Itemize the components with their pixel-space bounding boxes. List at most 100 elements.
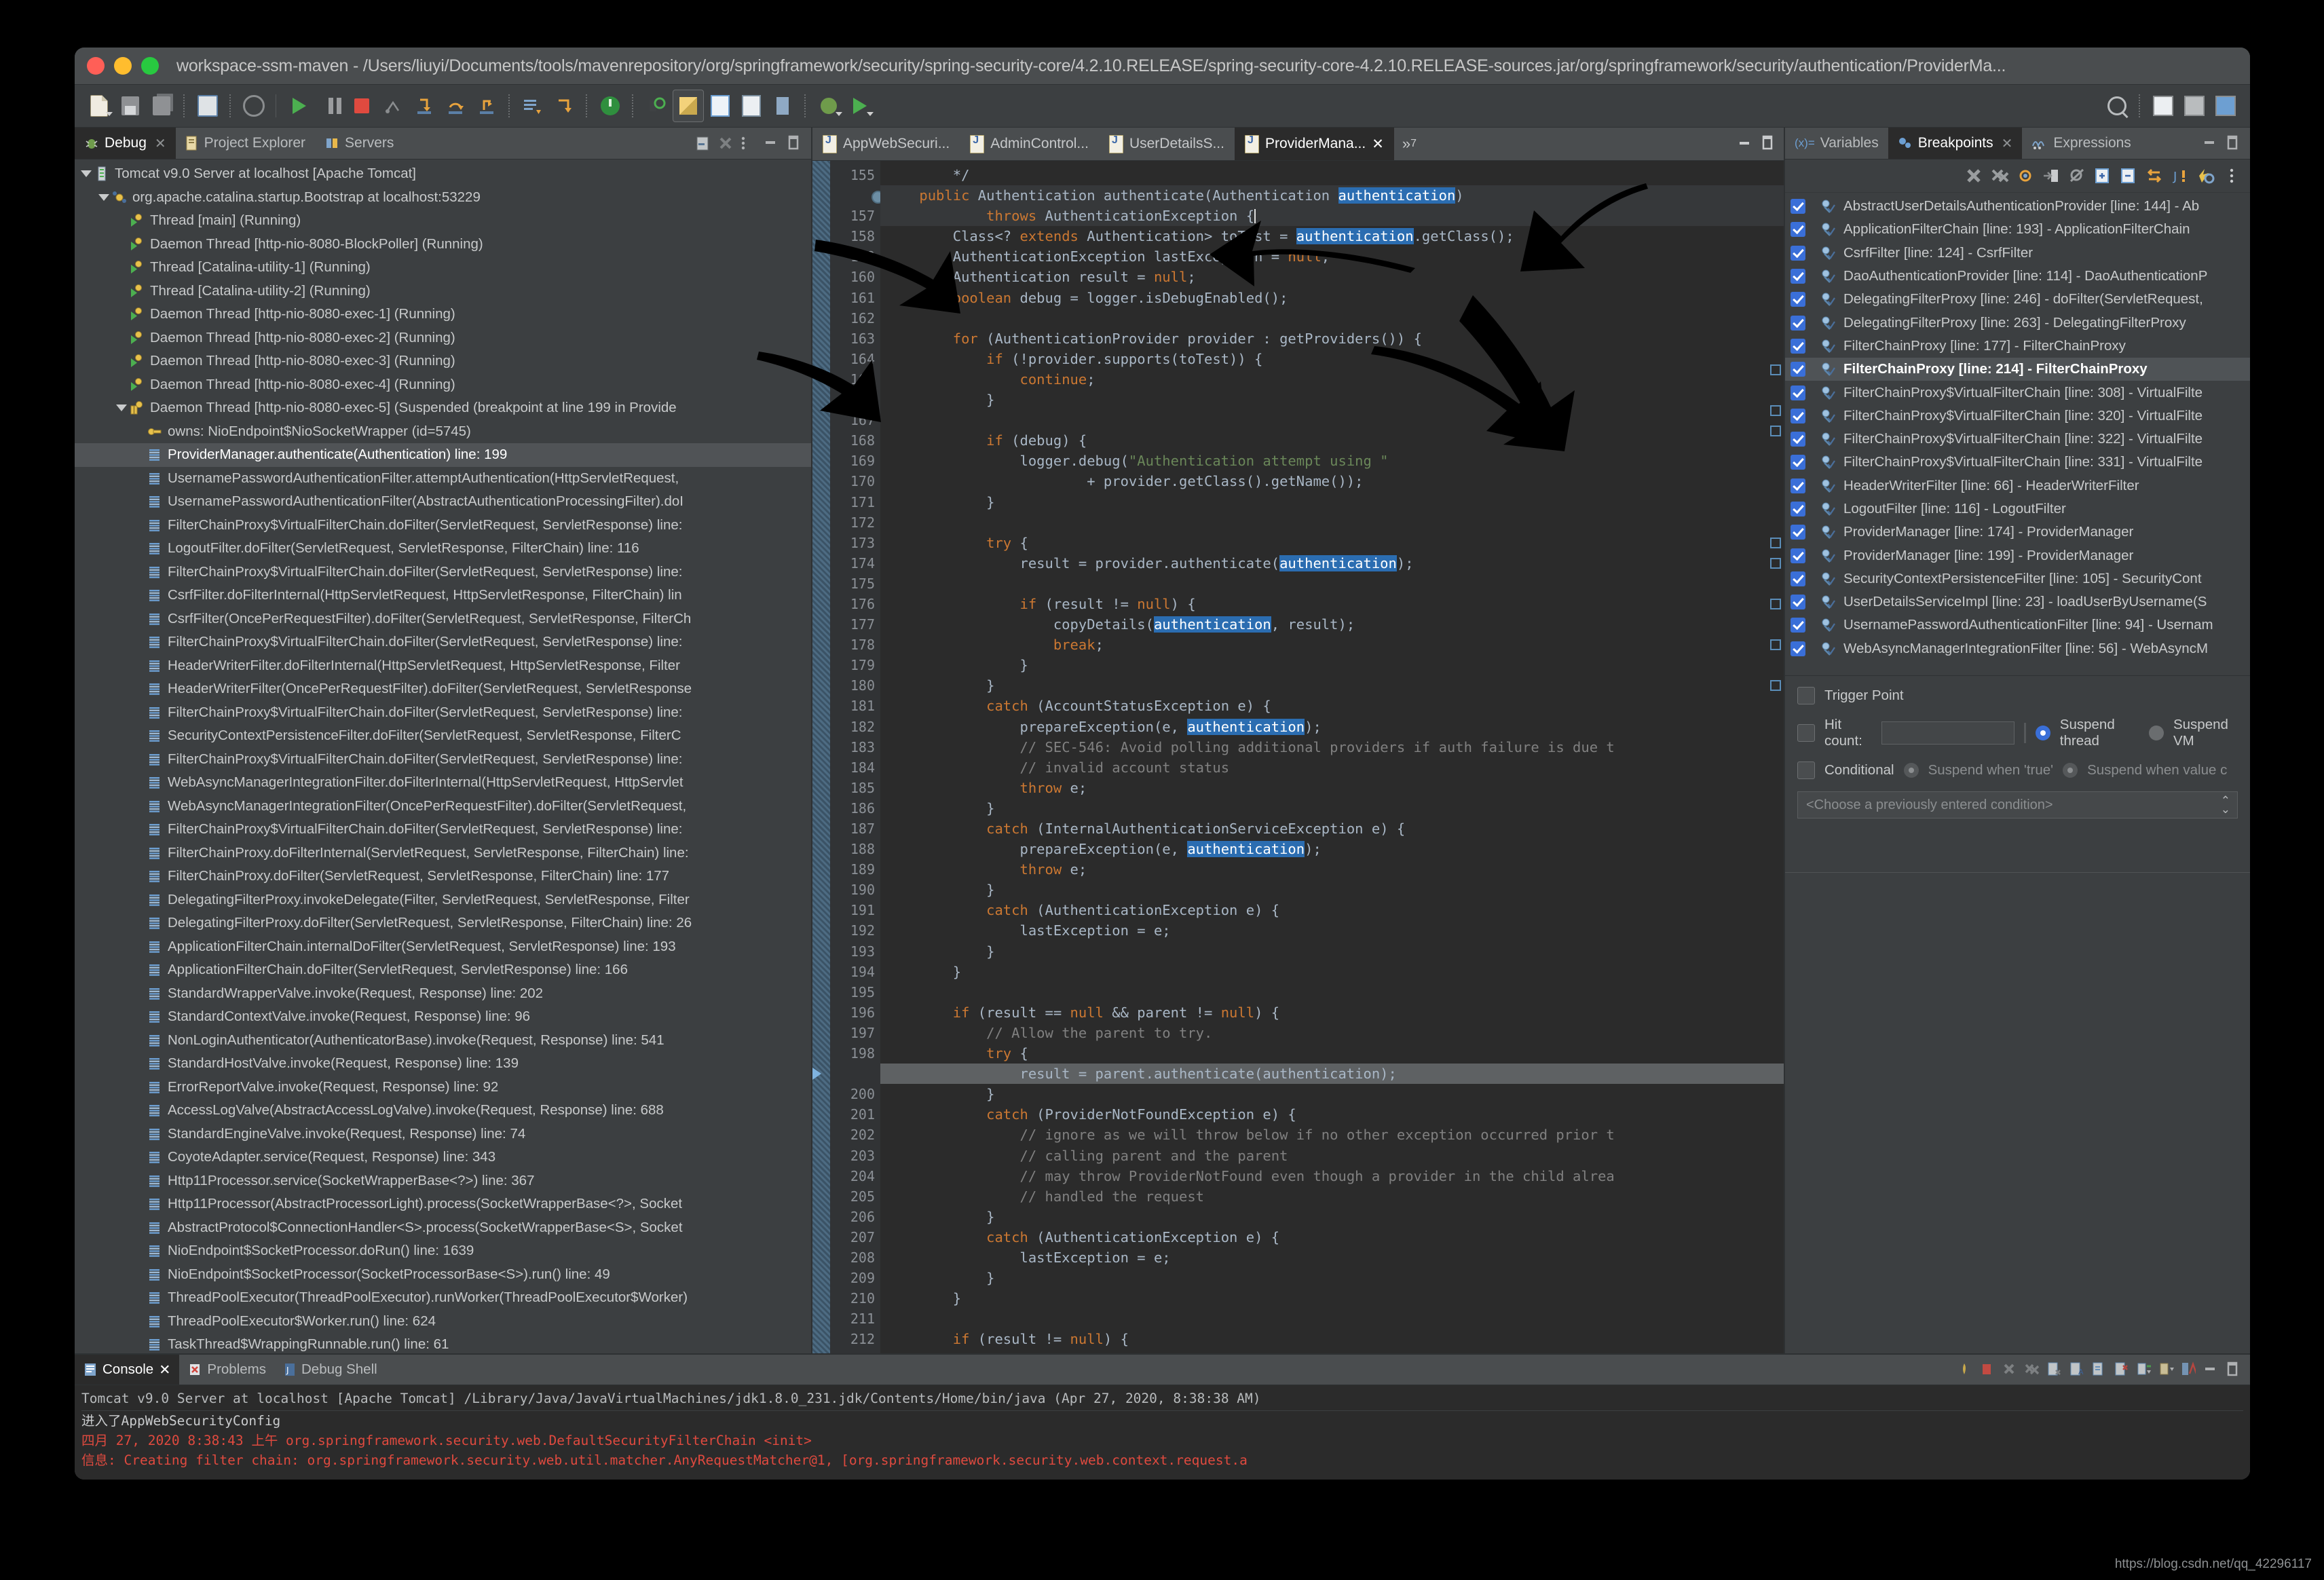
breakpoint-row[interactable]: AbstractUserDetailsAuthenticationProvide… [1785,195,2250,218]
close-icon[interactable]: ✕ [155,135,166,152]
line-number[interactable]: 208 [830,1247,880,1268]
code-line[interactable]: catch (AuthenticationException e) { [880,1227,1784,1247]
line-number[interactable]: 197 [830,1023,880,1043]
line-number[interactable]: 170 [830,471,880,491]
terminate-icon[interactable] [347,90,377,121]
debug-tree-row[interactable]: Daemon Thread [http-nio-8080-BlockPoller… [75,233,811,257]
code-line[interactable]: // ignore as we will throw below if no o… [880,1125,1784,1145]
print-icon[interactable] [193,90,223,121]
maximize-view-icon[interactable] [2226,135,2242,151]
tab-servers[interactable]: Servers [315,128,403,159]
debug-tree[interactable]: Tomcat v9.0 Server at localhost [Apache … [75,159,811,1353]
debug-tree-row[interactable]: FilterChainProxy$VirtualFilterChain.doFi… [75,701,811,725]
close-icon[interactable]: ✕ [2002,135,2013,152]
debug-tree-row[interactable]: SecurityContextPersistenceFilter.doFilte… [75,724,811,748]
perspective-open-icon[interactable] [2211,90,2241,121]
debug-tree-row[interactable]: FilterChainProxy$VirtualFilterChain.doFi… [75,631,811,654]
line-number[interactable]: 213 [830,1349,880,1353]
code-line[interactable]: prepareException(e, authentication); [880,839,1784,859]
tab-debug-shell[interactable]: J Debug Shell [275,1355,386,1385]
tab-debug[interactable]: Debug ✕ [75,128,176,159]
line-number[interactable]: 182 [830,717,880,737]
code-line[interactable]: if (result != null) { [880,1329,1784,1349]
condition-editor-area[interactable] [1785,872,2250,1353]
code-line[interactable]: for (AuthenticationProvider provider : g… [880,328,1784,349]
stop-console-icon[interactable] [1979,1361,1995,1378]
breakpoint-enabled-checkbox[interactable] [1791,548,1805,563]
line-number[interactable]: 189 [830,859,880,880]
search-icon[interactable] [2102,90,2132,121]
maximize-console-icon[interactable] [2226,1361,2242,1378]
code-line[interactable]: copyDetails(authentication, result); [880,614,1784,635]
pin-view-icon[interactable] [694,135,711,151]
breakpoint-row[interactable]: FilterChainProxy [line: 177] - FilterCha… [1785,335,2250,358]
line-number[interactable]: 183 [830,737,880,757]
line-number[interactable]: 193 [830,941,880,962]
suspend-vm-radio[interactable] [2148,726,2164,740]
code-line[interactable]: } [880,941,1784,962]
code-line[interactable]: */ [880,165,1784,185]
perspective-java-icon[interactable] [2148,90,2178,121]
debug-tree-row[interactable]: AccessLogValve(AbstractAccessLogValve).i… [75,1099,811,1123]
terminate-console-icon[interactable] [1957,1361,1973,1378]
line-number[interactable]: 177 [830,614,880,635]
code-line[interactable]: if (!provider.supports(toTest)) { [880,349,1784,369]
debug-dropdown-icon[interactable] [814,90,844,121]
line-number[interactable]: 200 [830,1084,880,1104]
line-number[interactable]: 155 [830,165,880,185]
code-line[interactable]: } [880,655,1784,675]
editor-tab[interactable]: AdminControl... [960,128,1099,160]
line-number[interactable]: 159 [830,246,880,267]
debug-tree-row[interactable]: AbstractProtocol$ConnectionHandler<S>.pr… [75,1216,811,1240]
line-number[interactable]: 158 [830,226,880,246]
code-line[interactable]: prepareException(e, authentication); [880,717,1784,737]
working-sets-icon[interactable] [2194,164,2217,187]
breakpoint-enabled-checkbox[interactable] [1791,269,1805,284]
breakpoint-properties-icon[interactable] [2014,164,2037,187]
line-number[interactable]: 194 [830,962,880,982]
breakpoint-enabled-checkbox[interactable] [1791,315,1805,331]
line-number[interactable]: 172 [830,512,880,533]
breakpoint-row[interactable]: CsrfFilter [line: 124] - CsrfFilter [1785,242,2250,265]
debug-tree-row[interactable]: StandardWrapperValve.invoke(Request, Res… [75,982,811,1006]
tab-console[interactable]: Console ✕ [75,1355,180,1385]
console-output[interactable]: Tomcat v9.0 Server at localhost [Apache … [75,1385,2250,1480]
line-number[interactable]: 192 [830,920,880,941]
terminate-all-icon[interactable] [717,135,734,151]
breakpoint-enabled-checkbox[interactable] [1791,432,1805,447]
line-number[interactable]: 179 [830,655,880,675]
breakpoint-row[interactable]: UserDetailsServiceImpl [line: 23] - load… [1785,590,2250,614]
annotation-ruler[interactable] [812,161,830,1353]
line-number[interactable]: 167 [830,410,880,430]
code-editor[interactable]: 155 157 158 159 160 161 162 163 164 165 166 167 168 1… [812,161,1784,1353]
debug-tree-row[interactable]: WebAsyncManagerIntegrationFilter(OncePer… [75,795,811,819]
code-line[interactable]: } [880,1207,1784,1227]
window-controls[interactable] [87,57,159,75]
line-number[interactable]: 206 [830,1207,880,1227]
debug-tree-row[interactable]: Daemon Thread [http-nio-8080-exec-2] (Ru… [75,326,811,350]
code-line[interactable]: try { [880,1043,1784,1064]
debug-tree-row[interactable]: FilterChainProxy$VirtualFilterChain.doFi… [75,514,811,538]
hit-count-checkbox[interactable] [1797,724,1815,742]
code-line[interactable]: + provider.getClass().getName()); [880,471,1784,491]
code-line[interactable]: // handled the request [880,1186,1784,1207]
line-number[interactable] [830,185,884,206]
breakpoint-enabled-checkbox[interactable] [1791,222,1805,238]
code-line[interactable]: if (debug) { [880,430,1784,451]
line-number[interactable]: 198 [830,1043,880,1064]
line-number[interactable]: 185 [830,778,880,798]
code-line[interactable]: lastException = e; [880,920,1784,941]
breakpoint-row[interactable]: ProviderManager [line: 199] - ProviderMa… [1785,544,2250,567]
breakpoint-enabled-checkbox[interactable] [1791,362,1805,377]
tab-expressions[interactable]: Expressions [2022,128,2140,159]
display-selected-console-icon[interactable] [2136,1361,2152,1378]
code-line[interactable]: break; [880,635,1784,655]
breakpoint-row[interactable]: ApplicationFilterChain [line: 193] - App… [1785,218,2250,241]
code-line[interactable]: logger.debug("Authentication attempt usi… [880,451,1784,471]
code-line[interactable] [880,308,1784,328]
editor-tab[interactable]: UserDetailsS... [1099,128,1235,160]
remove-all-breakpoints-icon[interactable] [1988,164,2011,187]
line-number[interactable]: 163 [830,328,880,349]
code-line[interactable]: throw e; [880,859,1784,880]
debug-tree-row[interactable]: Tomcat v9.0 Server at localhost [Apache … [75,162,811,186]
